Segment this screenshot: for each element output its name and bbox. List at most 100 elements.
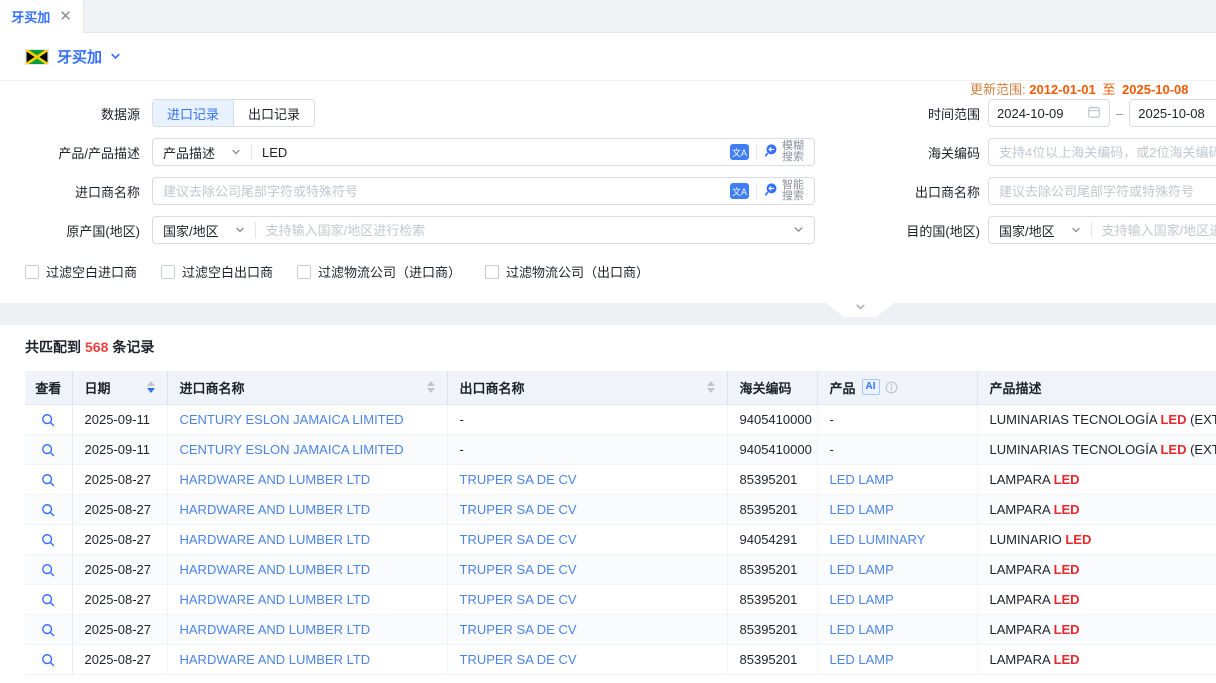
table-header-row: 查看日期进口商名称出口商名称海关编码产品AI产品描述 (25, 371, 1216, 404)
close-icon[interactable]: ✕ (59, 9, 72, 24)
column-header-1[interactable]: 日期 (72, 371, 167, 404)
sort-control[interactable] (147, 381, 155, 393)
view-record-button[interactable] (41, 563, 55, 577)
smart-search-icon (764, 182, 779, 200)
importer-input[interactable] (153, 184, 730, 199)
exporter-input[interactable] (989, 184, 1216, 199)
column-label: 日期 (85, 378, 111, 397)
importer-link[interactable]: HARDWARE AND LUMBER LTD (180, 622, 371, 637)
destination-type-select[interactable]: 国家/地区 (989, 221, 1091, 240)
country-header: 牙买加 (0, 33, 1216, 80)
chevron-down-icon[interactable] (110, 50, 121, 65)
row-importer-exporter: 进口商名称 文A 智能搜索 出口商名称 (0, 177, 1216, 205)
divider (756, 183, 757, 199)
country-name[interactable]: 牙买加 (57, 46, 102, 67)
fuzzy-search-button[interactable]: 模糊搜索 (764, 141, 806, 163)
exporter-link[interactable]: TRUPER SA DE CV (460, 472, 577, 487)
cell-date: 2025-08-27 (85, 472, 152, 487)
filter-checkbox-0[interactable]: 过滤空白进口商 (25, 262, 137, 281)
destination-control: 国家/地区 (988, 216, 1216, 244)
date-range-separator: – (1116, 106, 1123, 121)
segment-export-records[interactable]: 出口记录 (233, 100, 314, 126)
sort-control[interactable] (707, 381, 715, 393)
product-link[interactable]: LED LAMP (830, 562, 894, 577)
column-header-3[interactable]: 出口商名称 (447, 371, 727, 404)
sort-control[interactable] (427, 381, 435, 393)
product-link[interactable]: LED LAMP (830, 652, 894, 667)
origin-control: 国家/地区 (152, 216, 815, 244)
segment-import-records[interactable]: 进口记录 (153, 100, 233, 126)
hs-code-control (988, 138, 1216, 166)
filter-checkbox-2[interactable]: 过滤物流公司（进口商） (297, 262, 461, 281)
view-record-button[interactable] (41, 443, 55, 457)
tab-jamaica[interactable]: 牙买加 ✕ (0, 0, 84, 33)
divider (756, 144, 757, 160)
row-origin-destination: 原产国(地区) 国家/地区 目的国(地区) 国家/地区 (0, 216, 1216, 244)
checkbox[interactable] (297, 265, 311, 279)
view-record-button[interactable] (41, 653, 55, 667)
importer-link[interactable]: CENTURY ESLON JAMAICA LIMITED (180, 442, 404, 457)
filter-checkbox-1[interactable]: 过滤空白出口商 (161, 262, 273, 281)
checkbox[interactable] (485, 265, 499, 279)
product-input[interactable] (252, 145, 730, 160)
view-record-button[interactable] (41, 503, 55, 517)
exporter-link[interactable]: TRUPER SA DE CV (460, 562, 577, 577)
view-record-button[interactable] (41, 533, 55, 547)
product-link[interactable]: LED LAMP (830, 592, 894, 607)
cell-hs-code: 85395201 (740, 472, 798, 487)
smart-search-button[interactable]: 智能搜索 (764, 180, 806, 202)
exporter-link[interactable]: TRUPER SA DE CV (460, 502, 577, 517)
exporter-link[interactable]: TRUPER SA DE CV (460, 622, 577, 637)
importer-link[interactable]: HARDWARE AND LUMBER LTD (180, 472, 371, 487)
product-link[interactable]: LED LAMP (830, 502, 894, 517)
hs-code-input[interactable] (989, 145, 1216, 160)
checkbox[interactable] (161, 265, 175, 279)
destination-input[interactable] (1092, 223, 1216, 238)
cell-product: - (830, 442, 834, 457)
product-field-select[interactable]: 产品描述 (153, 143, 251, 162)
column-header-2[interactable]: 进口商名称 (167, 371, 447, 404)
destination-type-value: 国家/地区 (999, 221, 1055, 240)
product-link[interactable]: LED LUMINARY (830, 532, 926, 547)
importer-link[interactable]: HARDWARE AND LUMBER LTD (180, 562, 371, 577)
exporter-link[interactable]: TRUPER SA DE CV (460, 532, 577, 547)
importer-link[interactable]: HARDWARE AND LUMBER LTD (180, 592, 371, 607)
origin-type-select[interactable]: 国家/地区 (153, 221, 255, 240)
chevron-down-icon[interactable] (793, 223, 814, 238)
importer-link[interactable]: HARDWARE AND LUMBER LTD (180, 502, 371, 517)
checkbox[interactable] (25, 265, 39, 279)
importer-link[interactable]: HARDWARE AND LUMBER LTD (180, 532, 371, 547)
cell-description-highlight: LED (1160, 412, 1186, 427)
records-table-wrap: 查看日期进口商名称出口商名称海关编码产品AI产品描述 2025-09-11CEN… (25, 371, 1216, 675)
end-date-input[interactable]: 2025-10-08 (1129, 99, 1216, 127)
filter-checkbox-row: 过滤空白进口商 过滤空白出口商 过滤物流公司（进口商） 过滤物流公司（出口商） (0, 262, 1216, 281)
cell-description-pre: LAMPARA (990, 652, 1054, 667)
view-record-button[interactable] (41, 623, 55, 637)
translate-icon[interactable]: 文A (730, 183, 749, 199)
cell-exporter: - (460, 442, 464, 457)
view-record-button[interactable] (41, 413, 55, 427)
cell-hs-code: 9405410000 (740, 442, 812, 457)
row-datasource-time: 数据源 进口记录 出口记录 时间范围 2024-10-09 – 2025-10-… (0, 99, 1216, 127)
importer-link[interactable]: HARDWARE AND LUMBER LTD (180, 652, 371, 667)
tab-label: 牙买加 (11, 7, 50, 26)
product-link[interactable]: LED LAMP (830, 622, 894, 637)
column-label: 出口商名称 (460, 378, 525, 397)
cell-description-highlight: LED (1054, 562, 1080, 577)
table-row: 2025-08-27HARDWARE AND LUMBER LTDTRUPER … (25, 524, 1216, 554)
translate-icon[interactable]: 文A (730, 144, 749, 160)
info-icon[interactable] (885, 381, 898, 394)
checkbox-label: 过滤物流公司（出口商） (506, 262, 649, 281)
table-row: 2025-08-27HARDWARE AND LUMBER LTDTRUPER … (25, 554, 1216, 584)
origin-input[interactable] (256, 223, 793, 238)
view-record-button[interactable] (41, 593, 55, 607)
start-date-input[interactable]: 2024-10-09 (988, 99, 1110, 127)
view-record-button[interactable] (41, 473, 55, 487)
exporter-link[interactable]: TRUPER SA DE CV (460, 652, 577, 667)
fuzzy-search-icon (764, 143, 779, 161)
importer-link[interactable]: CENTURY ESLON JAMAICA LIMITED (180, 412, 404, 427)
exporter-link[interactable]: TRUPER SA DE CV (460, 592, 577, 607)
origin-type-value: 国家/地区 (163, 221, 219, 240)
product-link[interactable]: LED LAMP (830, 472, 894, 487)
filter-checkbox-3[interactable]: 过滤物流公司（出口商） (485, 262, 649, 281)
